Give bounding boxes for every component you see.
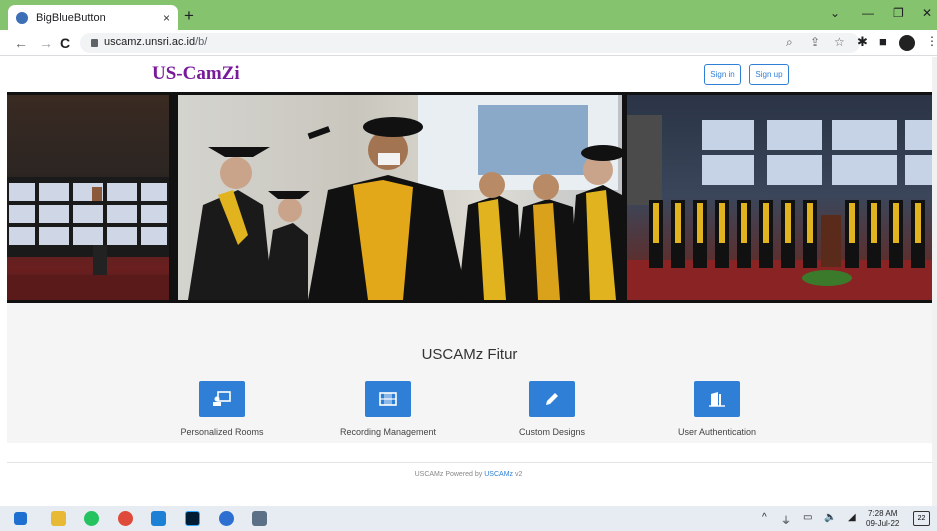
bookmark-star-icon[interactable]: ☆ [834, 35, 845, 49]
back-arrow-icon[interactable]: ← [14, 35, 28, 51]
new-tab-button[interactable]: + [184, 6, 194, 26]
url-text[interactable]: uscamz.unsri.ac.id/b/ [104, 36, 207, 48]
notification-center-icon[interactable]: 22 [913, 511, 930, 526]
windows-start-icon[interactable] [14, 512, 27, 525]
bigbluebutton-favicon-icon [16, 11, 28, 24]
personalized-rooms-icon [199, 381, 245, 417]
extensions-puzzle-icon[interactable]: ✱ [857, 34, 868, 50]
banner-collage [7, 92, 932, 303]
minimize-button[interactable]: — [862, 6, 874, 20]
profile-avatar-icon[interactable] [899, 35, 915, 51]
sign-in-button[interactable]: Sign in [704, 64, 741, 85]
side-panel-icon[interactable]: ■ [879, 34, 887, 49]
forward-arrow-icon[interactable]: → [39, 35, 53, 51]
door-icon [694, 381, 740, 417]
url-path: /b/ [195, 36, 208, 48]
reload-icon[interactable]: C [60, 35, 70, 51]
windows-taskbar: ^ ⏚ ▭ 🔈 ◢ 7:28 AM 09-Jul-22 22 [0, 506, 937, 531]
close-window-button[interactable]: ✕ [922, 6, 932, 20]
chrome-profile-icon[interactable] [219, 511, 234, 526]
address-bar[interactable]: uscamz.unsri.ac.id/b/ ⌕ ⇪ ☆ [80, 33, 860, 53]
feature-label: Personalized Rooms [180, 427, 264, 437]
feature-user-authentication: User Authentication [647, 381, 787, 437]
usb-device-icon[interactable]: ⏚ [781, 512, 791, 527]
share-icon[interactable]: ⇪ [810, 35, 820, 49]
browser-toolbar: ← → C uscamz.unsri.ac.id/b/ ⌕ ⇪ ☆ ✱ ■ ⋮ [0, 30, 937, 56]
url-domain: uscamz.unsri.ac.id [104, 36, 196, 48]
browser-tab[interactable]: BigBlueButton × [8, 5, 178, 30]
chrome-icon[interactable] [118, 511, 133, 526]
vscode-icon[interactable] [151, 511, 166, 526]
footer-prefix: USCAMz Powered by [414, 471, 483, 478]
web-page: US-CamZi Sign in Sign up USCAMz Fitur Pe… [0, 57, 937, 506]
whatsapp-icon[interactable] [84, 511, 99, 526]
battery-icon[interactable]: ▭ [803, 512, 812, 523]
zoom-icon[interactable]: ⌕ [786, 35, 793, 50]
ceremony-hall-image [627, 115, 932, 300]
footer-link[interactable]: USCAMz [484, 471, 513, 478]
tab-search-chevron-icon[interactable]: ⌄ [830, 6, 840, 20]
feature-recording-management: Recording Management [318, 381, 458, 437]
graduation-image [188, 95, 622, 300]
tab-title: BigBlueButton [36, 11, 106, 24]
lock-icon [91, 39, 98, 47]
recording-film-icon [365, 381, 411, 417]
browser-titlebar: BigBlueButton × + ⌄ — ❐ ✕ [0, 0, 937, 30]
wifi-icon[interactable]: ◢ [848, 512, 856, 523]
tab-close-icon[interactable]: × [163, 11, 170, 25]
sign-up-button[interactable]: Sign up [749, 64, 789, 85]
menu-dots-icon[interactable]: ⋮ [926, 34, 937, 48]
site-logo[interactable]: US-CamZi [152, 63, 240, 85]
file-explorer-icon[interactable] [51, 511, 66, 526]
restore-button[interactable]: ❐ [893, 6, 904, 20]
features-section: USCAMz Fitur Personalized Rooms Recordin… [7, 303, 932, 443]
footer: USCAMz Powered by USCAMz v2 [0, 471, 937, 478]
banner-photo-video-wall [7, 95, 169, 300]
app-window-icon[interactable] [252, 511, 267, 526]
banner-photo-ceremony-hall [627, 95, 932, 300]
speaker-muted-icon[interactable]: 🔈 [824, 512, 836, 523]
features-title: USCAMz Fitur [421, 346, 518, 363]
system-clock[interactable]: 7:28 AM 09-Jul-22 [866, 509, 899, 529]
footer-version: v2 [514, 471, 523, 478]
pencil-icon [529, 381, 575, 417]
clock-time: 7:28 AM [868, 509, 898, 518]
tray-chevron-up-icon[interactable]: ^ [762, 512, 767, 523]
feature-label: Custom Designs [518, 427, 586, 437]
feature-label: User Authentication [677, 427, 757, 437]
feature-custom-designs: Custom Designs [482, 381, 622, 437]
footer-divider [7, 462, 932, 463]
feature-label: Recording Management [339, 427, 437, 437]
photoshop-icon[interactable] [185, 511, 200, 526]
clock-date: 09-Jul-22 [866, 519, 900, 528]
video-wall-image [7, 177, 169, 300]
page-scrollbar[interactable] [932, 57, 937, 506]
feature-personalized-rooms: Personalized Rooms [152, 381, 292, 437]
banner-photo-graduation-capping [178, 95, 622, 300]
